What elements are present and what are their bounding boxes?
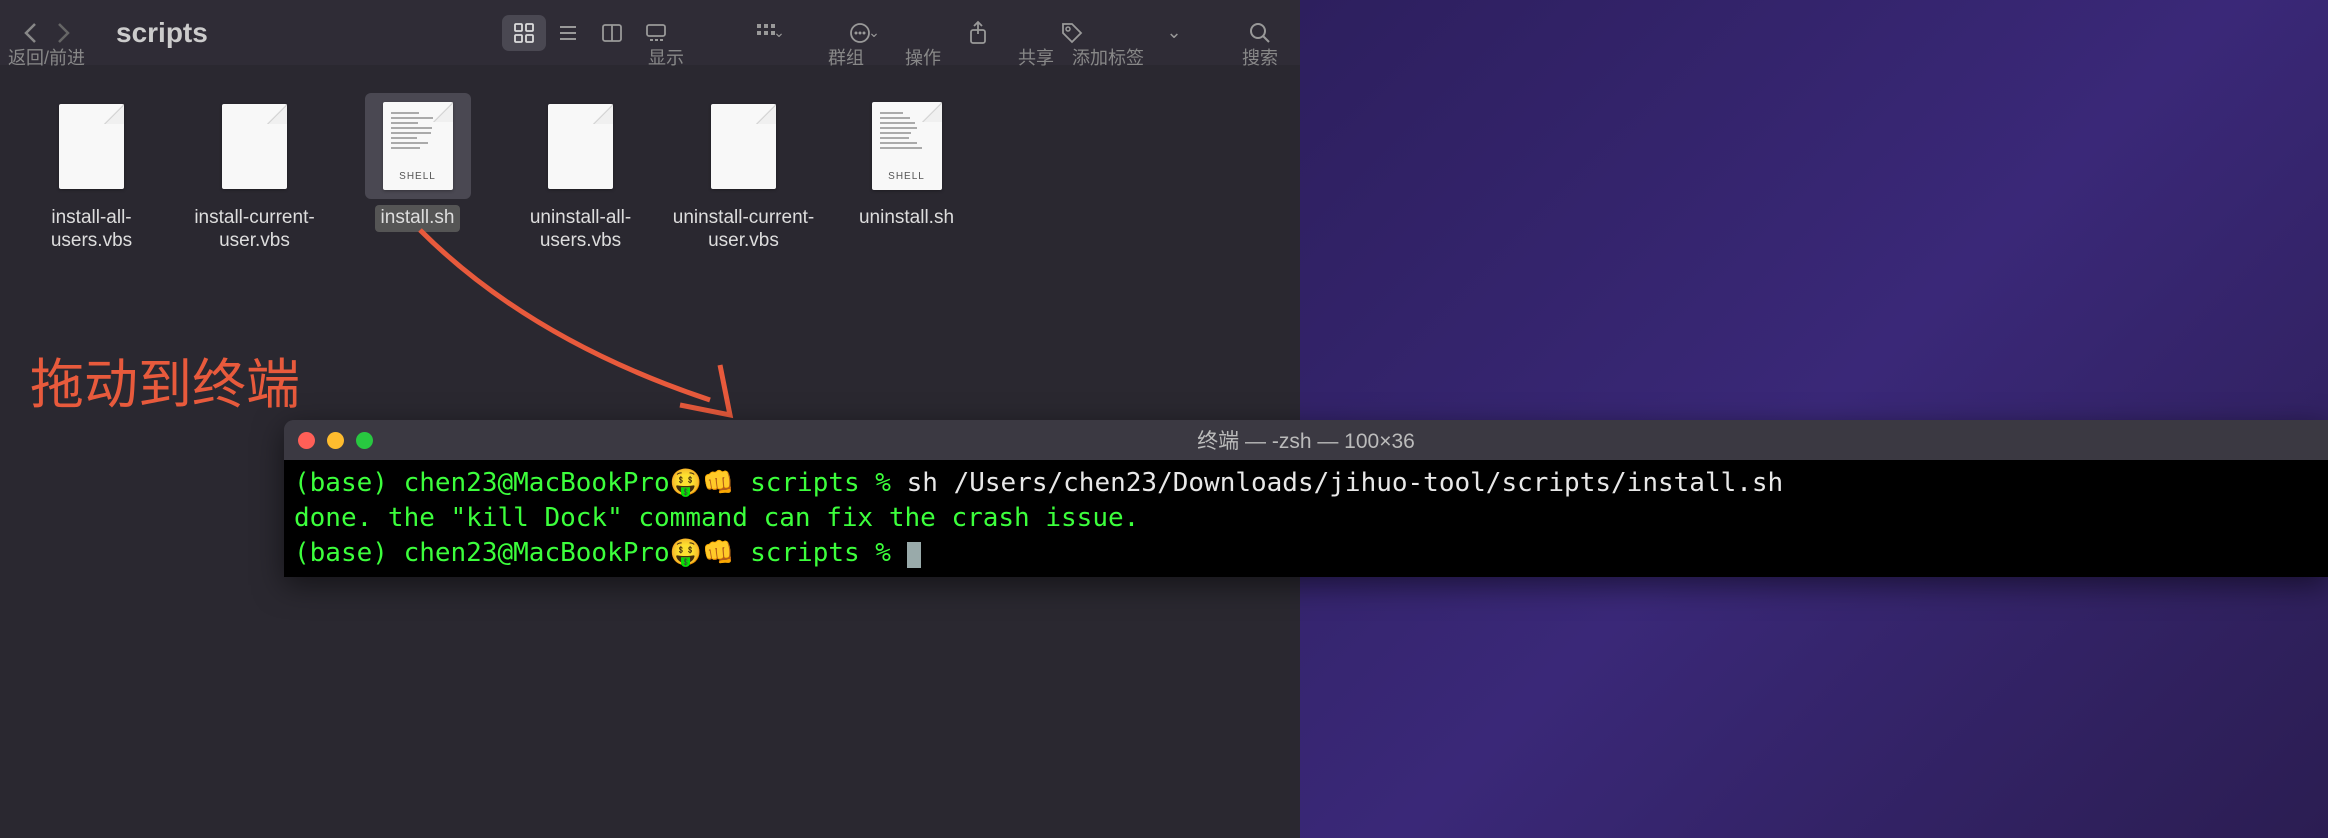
chevron-down-icon: ⌄ — [773, 24, 785, 41]
action-button[interactable]: ⌄ — [842, 15, 886, 51]
file-name: uninstall-current-user.vbs — [666, 205, 821, 255]
file-icon — [222, 104, 287, 189]
file-icon-wrap — [39, 93, 145, 199]
chevron-down-icon: ⌄ — [868, 24, 880, 41]
file-item[interactable]: uninstall-current-user.vbs — [662, 85, 825, 263]
list-view-button[interactable] — [546, 15, 590, 51]
file-icon-wrap: SHELL — [365, 93, 471, 199]
shell-file-icon: SHELL — [383, 102, 453, 190]
desktop-background — [1300, 0, 2328, 838]
file-item[interactable]: install-current-user.vbs — [173, 85, 336, 263]
finder-window: scripts ⌄ ⌄ — [0, 0, 1300, 838]
minimize-button[interactable] — [327, 432, 344, 449]
column-view-button[interactable] — [590, 15, 634, 51]
file-icon — [711, 104, 776, 189]
group-button[interactable]: ⌄ — [748, 15, 792, 51]
file-icon-wrap — [528, 93, 634, 199]
terminal-titlebar[interactable]: 终端 — -zsh — 100×36 — [284, 420, 2328, 460]
gallery-view-button[interactable] — [634, 15, 678, 51]
terminal-body[interactable]: (base) chen23@MacBookPro🤑👊 scripts % sh … — [284, 460, 2328, 577]
terminal-cursor — [907, 542, 921, 568]
folder-title: scripts — [116, 17, 208, 49]
dropdown-button[interactable]: ⌄ — [1154, 15, 1198, 51]
maximize-button[interactable] — [356, 432, 373, 449]
search-button[interactable] — [1238, 15, 1282, 51]
file-item[interactable]: SHELL uninstall.sh — [825, 85, 988, 263]
file-icon — [548, 104, 613, 189]
terminal-line: done. the "kill Dock" command can fix th… — [294, 501, 2318, 536]
icon-view-button[interactable] — [502, 15, 546, 51]
terminal-title: 终端 — -zsh — 100×36 — [1197, 425, 1415, 455]
traffic-lights — [298, 432, 373, 449]
shell-file-icon: SHELL — [872, 102, 942, 190]
finder-toolbar: scripts ⌄ ⌄ — [0, 0, 1300, 65]
file-type-tag: SHELL — [872, 171, 942, 182]
view-mode-group — [502, 15, 678, 51]
file-item[interactable]: uninstall-all-users.vbs — [499, 85, 662, 263]
terminal-line: (base) chen23@MacBookPro🤑👊 scripts % sh … — [294, 466, 2318, 501]
file-name: uninstall-all-users.vbs — [503, 205, 658, 255]
file-name: install-current-user.vbs — [177, 205, 332, 255]
file-icon-wrap: SHELL — [854, 93, 960, 199]
file-name: install-all-users.vbs — [14, 205, 169, 255]
file-item[interactable]: install-all-users.vbs — [10, 85, 173, 263]
file-icon-wrap — [691, 93, 797, 199]
file-name: install.sh — [375, 205, 461, 232]
file-icon-wrap — [202, 93, 308, 199]
back-button[interactable] — [18, 21, 42, 45]
share-button[interactable] — [956, 15, 1000, 51]
file-icon — [59, 104, 124, 189]
chevron-down-icon: ⌄ — [1166, 22, 1181, 43]
file-type-tag: SHELL — [383, 171, 453, 182]
terminal-window: 终端 — -zsh — 100×36 (base) chen23@MacBook… — [284, 420, 2328, 577]
close-button[interactable] — [298, 432, 315, 449]
terminal-line: (base) chen23@MacBookPro🤑👊 scripts % — [294, 536, 2318, 571]
tag-button[interactable] — [1050, 15, 1094, 51]
file-name: uninstall.sh — [853, 205, 960, 232]
forward-button[interactable] — [52, 21, 76, 45]
file-item[interactable]: SHELL install.sh — [336, 85, 499, 263]
